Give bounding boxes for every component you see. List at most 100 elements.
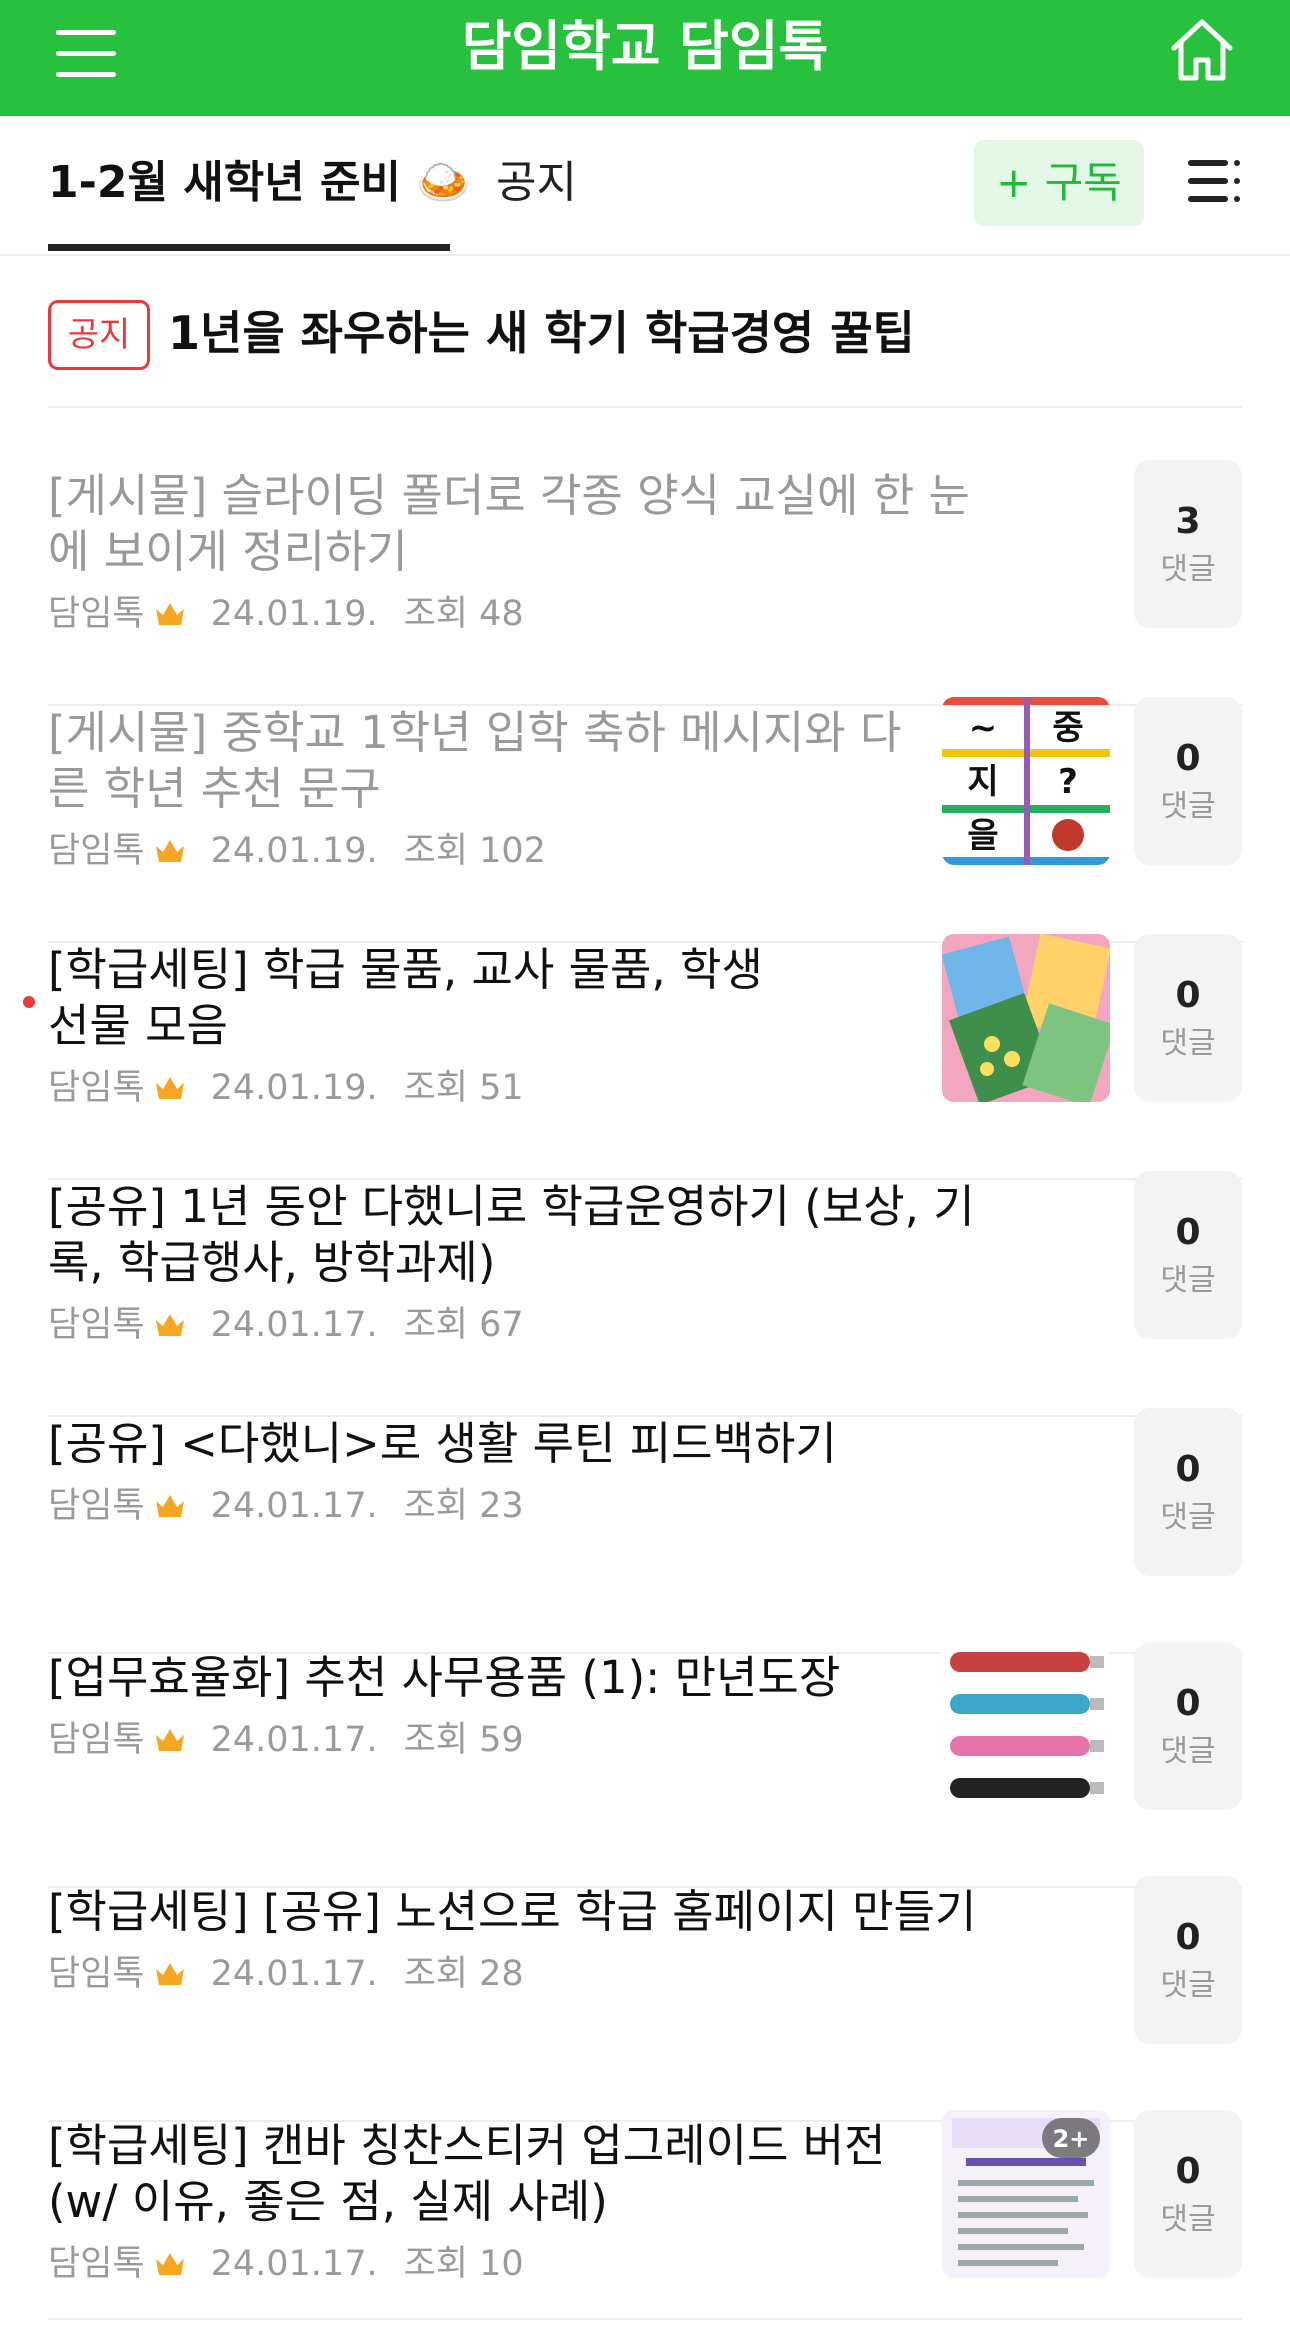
comment-count-box[interactable]: 3 댓글 bbox=[1134, 460, 1242, 628]
crown-icon bbox=[155, 2253, 184, 2275]
comment-count-box[interactable]: 0 댓글 bbox=[1134, 1408, 1242, 1576]
comment-label: 댓글 bbox=[1160, 1734, 1216, 1769]
thumb-char-3: 지 bbox=[967, 762, 998, 802]
post-item[interactable]: [공유] 1년 동안 다했니로 학급운영하기 (보상, 기록, 학급행사, 방학… bbox=[48, 1171, 1242, 1417]
post-views: 조회 59 bbox=[403, 1720, 524, 1760]
post-date: 24.01.17. bbox=[210, 1954, 378, 1994]
post-title[interactable]: [학급세팅] 학급 물품, 교사 물품, 학생 선물 모음 bbox=[48, 942, 788, 1054]
post-title[interactable]: [게시물] 슬라이딩 폴더로 각종 양식 교실에 한 눈에 보이게 정리하기 bbox=[48, 468, 1008, 580]
post-date: 24.01.19. bbox=[210, 1068, 378, 1108]
app-header: 담임학교 담임톡 bbox=[0, 0, 1290, 116]
comment-count: 0 bbox=[1175, 2151, 1201, 2192]
post-views: 조회 28 bbox=[403, 1954, 524, 1994]
comment-count-box[interactable]: 0 댓글 bbox=[1134, 697, 1242, 865]
post-author: 담임톡 bbox=[48, 1486, 145, 1526]
post-views: 조회 51 bbox=[403, 1068, 524, 1108]
stamps-image[interactable] bbox=[942, 1642, 1110, 1810]
post-title[interactable]: [학급세팅] 캔바 칭찬스티커 업그레이드 버전 (w/ 이유, 좋은 점, 실… bbox=[48, 2118, 918, 2230]
subscribe-button[interactable]: + 구독 bbox=[974, 140, 1144, 226]
comment-count: 0 bbox=[1175, 1449, 1201, 1490]
comment-count-box[interactable]: 0 댓글 bbox=[1134, 2110, 1242, 2278]
comment-label: 댓글 bbox=[1160, 552, 1216, 587]
post-item[interactable]: [게시물] 중학교 1학년 입학 축하 메시지와 다른 학년 추천 문구 담임톡… bbox=[48, 697, 1242, 943]
crown-icon bbox=[155, 603, 184, 625]
tab-new-year-prep[interactable]: 1-2월 새학년 준비 🍛 bbox=[48, 116, 471, 254]
post-date: 24.01.17. bbox=[210, 1305, 378, 1345]
sticker-doc-image[interactable]: 2+ bbox=[942, 2110, 1110, 2278]
comment-count: 0 bbox=[1175, 1683, 1201, 1724]
thumb-char-1: ~ bbox=[969, 708, 998, 748]
post-views: 조회 48 bbox=[403, 594, 524, 634]
crown-icon bbox=[155, 1314, 184, 1336]
post-author: 담임톡 bbox=[48, 831, 145, 871]
post-date: 24.01.17. bbox=[210, 1720, 378, 1760]
post-views: 조회 67 bbox=[403, 1305, 524, 1345]
letter-card-image[interactable]: ~ 중 지 ? 을 bbox=[942, 697, 1110, 865]
post-meta: 담임톡 24.01.19. 조회 48 bbox=[48, 592, 524, 636]
comment-label: 댓글 bbox=[1160, 2202, 1216, 2237]
comment-count-box[interactable]: 0 댓글 bbox=[1134, 934, 1242, 1102]
crown-icon bbox=[155, 1963, 184, 1985]
post-views: 조회 102 bbox=[403, 831, 546, 871]
post-title[interactable]: [공유] <다했니>로 생활 루틴 피드백하기 bbox=[48, 1416, 1008, 1472]
thumb-char-4: ? bbox=[1058, 762, 1078, 802]
post-item[interactable]: [학급세팅] [공유] 노션으로 학급 홈페이지 만들기 담임톡 24.01.17… bbox=[48, 1876, 1242, 2122]
thumb-char-5: 을 bbox=[967, 816, 998, 856]
post-meta: 담임톡 24.01.19. 조회 51 bbox=[48, 1066, 524, 1110]
tab-notice[interactable]: 공지 bbox=[496, 116, 577, 254]
comment-label: 댓글 bbox=[1160, 1026, 1216, 1061]
post-date: 24.01.19. bbox=[210, 594, 378, 634]
notice-title[interactable]: 1년을 좌우하는 새 학기 학급경영 꿀팁 bbox=[168, 298, 915, 368]
post-item[interactable]: [업무효율화] 추천 사무용품 (1): 만년도장 담임톡 24.01.17. 조회… bbox=[48, 1642, 1242, 1888]
active-tab-underline bbox=[48, 244, 450, 251]
post-title[interactable]: [학급세팅] [공유] 노션으로 학급 홈페이지 만들기 bbox=[48, 1884, 1008, 1940]
home-icon[interactable] bbox=[1166, 14, 1238, 86]
crown-icon bbox=[155, 840, 184, 862]
post-author: 담임톡 bbox=[48, 594, 145, 634]
comment-label: 댓글 bbox=[1160, 1500, 1216, 1535]
post-meta: 담임톡 24.01.17. 조회 23 bbox=[48, 1484, 524, 1528]
more-images-badge: 2+ bbox=[1053, 2125, 1090, 2153]
post-date: 24.01.17. bbox=[210, 2244, 378, 2284]
comment-count-box[interactable]: 0 댓글 bbox=[1134, 1171, 1242, 1339]
post-author: 담임톡 bbox=[48, 1305, 145, 1345]
post-author: 담임톡 bbox=[48, 2244, 145, 2284]
thumb-char-2: 중 bbox=[1052, 708, 1083, 748]
post-author: 담임톡 bbox=[48, 1954, 145, 1994]
post-views: 조회 10 bbox=[403, 2244, 524, 2284]
post-author: 담임톡 bbox=[48, 1720, 145, 1760]
pinned-notice[interactable]: 공지 1년을 좌우하는 새 학기 학급경영 꿀팁 bbox=[48, 262, 1242, 408]
comment-count-box[interactable]: 0 댓글 bbox=[1134, 1876, 1242, 2044]
notice-badge: 공지 bbox=[48, 300, 150, 370]
comment-count: 3 bbox=[1175, 501, 1201, 542]
category-tabs: 1-2월 새학년 준비 🍛 공지 + 구독 bbox=[0, 116, 1290, 256]
post-item[interactable]: [학급세팅] 캔바 칭찬스티커 업그레이드 버전 (w/ 이유, 좋은 점, 실… bbox=[48, 2110, 1242, 2320]
post-title[interactable]: [공유] 1년 동안 다했니로 학급운영하기 (보상, 기록, 학급행사, 방학… bbox=[48, 1179, 1008, 1291]
post-item[interactable]: [게시물] 슬라이딩 폴더로 각종 양식 교실에 한 눈에 보이게 정리하기 담… bbox=[48, 460, 1242, 706]
post-title[interactable]: [업무효율화] 추천 사무용품 (1): 만년도장 bbox=[48, 1650, 918, 1706]
comment-count: 0 bbox=[1175, 1212, 1201, 1253]
list-menu-icon[interactable] bbox=[1186, 158, 1242, 208]
post-meta: 담임톡 24.01.17. 조회 59 bbox=[48, 1718, 524, 1762]
comment-count-box[interactable]: 0 댓글 bbox=[1134, 1642, 1242, 1810]
post-meta: 담임톡 24.01.17. 조회 67 bbox=[48, 1303, 524, 1347]
colorful-cards-image[interactable] bbox=[942, 934, 1110, 1102]
post-item[interactable]: [학급세팅] 학급 물품, 교사 물품, 학생 선물 모음 담임톡 24.01.1… bbox=[23, 934, 1242, 1180]
comment-count: 0 bbox=[1175, 738, 1201, 779]
post-title[interactable]: [게시물] 중학교 1학년 입학 축하 메시지와 다른 학년 추천 문구 bbox=[48, 705, 918, 817]
post-views: 조회 23 bbox=[403, 1486, 524, 1526]
app-title: 담임학교 담임톡 bbox=[461, 15, 829, 78]
crown-icon bbox=[155, 1077, 184, 1099]
comment-count: 0 bbox=[1175, 975, 1201, 1016]
post-date: 24.01.19. bbox=[210, 831, 378, 871]
unread-dot bbox=[23, 996, 35, 1008]
comment-label: 댓글 bbox=[1160, 1263, 1216, 1298]
post-meta: 담임톡 24.01.19. 조회 102 bbox=[48, 829, 546, 873]
post-date: 24.01.17. bbox=[210, 1486, 378, 1526]
comment-count: 0 bbox=[1175, 1917, 1201, 1958]
post-author: 담임톡 bbox=[48, 1068, 145, 1108]
comment-label: 댓글 bbox=[1160, 789, 1216, 824]
post-meta: 담임톡 24.01.17. 조회 10 bbox=[48, 2242, 524, 2286]
post-item[interactable]: [공유] <다했니>로 생활 루틴 피드백하기 담임톡 24.01.17. 조회 2… bbox=[48, 1408, 1242, 1654]
post-meta: 담임톡 24.01.17. 조회 28 bbox=[48, 1952, 524, 1996]
